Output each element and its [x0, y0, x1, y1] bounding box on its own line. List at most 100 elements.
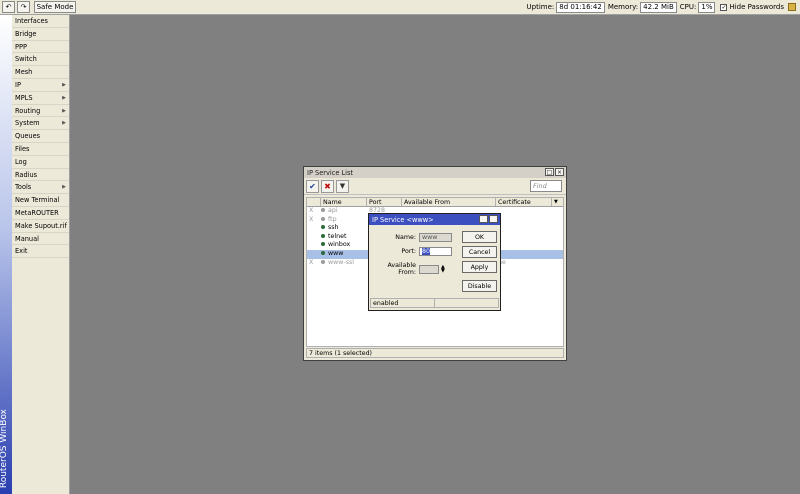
- menu-item-label: Make Supout.rif: [15, 221, 67, 230]
- menu-item-files[interactable]: Files: [12, 143, 69, 156]
- menu-item-manual[interactable]: Manual: [12, 233, 69, 246]
- service-list-toolbar: ✔ ✖ ▼ Find: [304, 178, 566, 195]
- row-flag: X: [309, 215, 314, 223]
- column-header-name[interactable]: Name: [321, 198, 367, 206]
- column-header-available-from[interactable]: Available From: [402, 198, 496, 206]
- menu-item-label: Bridge: [15, 29, 37, 38]
- menu-item-label: Interfaces: [15, 17, 48, 25]
- updown-arrows-icon[interactable]: ▲ ▼: [441, 265, 445, 274]
- status-dot-icon: [321, 225, 325, 230]
- column-menu-icon[interactable]: ▼: [552, 198, 562, 206]
- dialog-status-text: enabled: [371, 299, 435, 307]
- menu-item-label: New Terminal: [15, 196, 60, 205]
- row-name: www-ssl: [321, 259, 367, 268]
- menu-item-mesh[interactable]: Mesh: [12, 66, 69, 79]
- row-certificate: [496, 207, 552, 216]
- port-value: 80: [422, 248, 431, 255]
- ok-button[interactable]: OK: [462, 231, 497, 243]
- hide-passwords-checkbox[interactable]: ✓: [720, 3, 728, 11]
- row-name-text: telnet: [328, 232, 347, 240]
- dialog-restore-icon[interactable]: □: [479, 215, 488, 223]
- menu-item-system[interactable]: System ▶: [12, 117, 69, 131]
- status-dot-icon: [321, 233, 325, 238]
- column-header-certificate[interactable]: Certificate: [496, 198, 552, 206]
- disable-button[interactable]: Disable: [462, 280, 497, 292]
- row-name: ftp: [321, 216, 367, 225]
- cancel-button[interactable]: Cancel: [462, 246, 497, 258]
- menu-item-bridge[interactable]: Bridge: [12, 28, 69, 41]
- name-field: www: [419, 233, 452, 242]
- brand-text: RouterOS WinBox: [0, 408, 9, 488]
- hide-passwords-toggle[interactable]: ✓ Hide Passwords: [720, 3, 784, 11]
- apply-button[interactable]: Apply: [462, 261, 497, 273]
- menu-item-mpls[interactable]: MPLS ▶: [12, 92, 69, 105]
- dialog-title: IP Service <www>: [372, 215, 434, 224]
- table-header: Name Port Available From Certificate ▼: [307, 198, 563, 207]
- status-dot-icon: [321, 208, 325, 212]
- row-certificate: [496, 241, 552, 250]
- undo-button[interactable]: ↶: [2, 1, 15, 13]
- row-name-text: www-ssl: [328, 258, 355, 266]
- uptime-stat: Uptime: 8d 01:16:42: [527, 1, 605, 13]
- service-list-status: 7 items (1 selected): [306, 348, 564, 358]
- safe-mode-button[interactable]: Safe Mode: [34, 1, 76, 13]
- menu-item-label: IP: [15, 80, 21, 89]
- row-name-text: ssh: [328, 224, 339, 232]
- row-flag: [307, 224, 321, 233]
- submenu-arrow-icon: ▶: [62, 120, 66, 127]
- find-input[interactable]: Find: [530, 180, 562, 192]
- port-field[interactable]: 80: [419, 247, 452, 256]
- memory-stat: Memory: 42.2 MiB: [608, 1, 677, 13]
- menu-item-label: Files: [15, 144, 30, 153]
- menu-item-tools[interactable]: Tools ▶: [12, 181, 69, 195]
- menu-item-ppp[interactable]: PPP: [12, 41, 69, 54]
- memory-value: 42.2 MiB: [640, 1, 677, 13]
- row-name: ssh: [321, 224, 367, 233]
- menu-item-label: Tools: [15, 183, 32, 192]
- available-from-row: Available From: ▲ ▼: [369, 262, 445, 276]
- available-from-field[interactable]: [419, 264, 439, 274]
- menu-item-queues[interactable]: Queues: [12, 130, 69, 143]
- cpu-label: CPU:: [679, 3, 697, 11]
- lock-icon: [788, 3, 796, 11]
- menu-item-label: Log: [15, 157, 27, 166]
- menu-item-new-terminal[interactable]: New Terminal: [12, 194, 69, 207]
- service-list-titlebar[interactable]: IP Service List □ ×: [304, 167, 566, 178]
- disable-icon[interactable]: ✖: [321, 179, 334, 193]
- status-dot-icon: [321, 216, 325, 221]
- menu-item-label: Mesh: [15, 68, 33, 77]
- top-toolbar: ↶ ↷ Safe Mode Uptime: 8d 01:16:42 Memory…: [0, 0, 800, 15]
- dialog-close-icon[interactable]: ×: [489, 215, 498, 223]
- menu-item-switch[interactable]: Switch: [12, 53, 69, 67]
- hide-passwords-label: Hide Passwords: [729, 3, 784, 11]
- menu-item-radius[interactable]: Radius: [12, 169, 69, 182]
- row-name: api: [321, 207, 367, 216]
- submenu-arrow-icon: ▶: [62, 81, 66, 88]
- menu-item-exit[interactable]: Exit: [12, 245, 69, 259]
- menu-item-label: Exit: [15, 247, 28, 256]
- menu-item-make-supout-rif[interactable]: Make Supout.rif: [12, 220, 69, 233]
- row-name: telnet: [321, 233, 367, 242]
- row-flag: X: [309, 207, 314, 214]
- column-header-port[interactable]: Port: [367, 198, 402, 206]
- row-flag: [307, 241, 321, 250]
- redo-icon: ↷: [20, 3, 27, 11]
- redo-button[interactable]: ↷: [17, 1, 30, 13]
- menu-item-metarouter[interactable]: MetaROUTER: [12, 207, 69, 220]
- enable-icon[interactable]: ✔: [306, 179, 319, 193]
- menu-item-log[interactable]: Log: [12, 156, 69, 169]
- menu-item-label: Routing: [15, 106, 41, 115]
- close-icon[interactable]: ×: [555, 168, 564, 176]
- status-dot-icon: [321, 259, 325, 264]
- filter-icon[interactable]: ▼: [336, 179, 349, 193]
- menu-item-routing[interactable]: Routing ▶: [12, 105, 69, 118]
- row-flag: [307, 233, 321, 242]
- menu-item-ip[interactable]: IP ▶: [12, 79, 69, 92]
- menu-item-interfaces[interactable]: Interfaces: [12, 15, 69, 28]
- restore-icon[interactable]: □: [545, 168, 554, 176]
- submenu-arrow-icon: ▶: [62, 184, 66, 191]
- row-certificate: [496, 250, 552, 259]
- dialog-status-bar: enabled: [370, 298, 499, 308]
- dialog-titlebar[interactable]: IP Service <www> □ ×: [369, 214, 500, 225]
- submenu-arrow-icon: ▶: [62, 107, 66, 114]
